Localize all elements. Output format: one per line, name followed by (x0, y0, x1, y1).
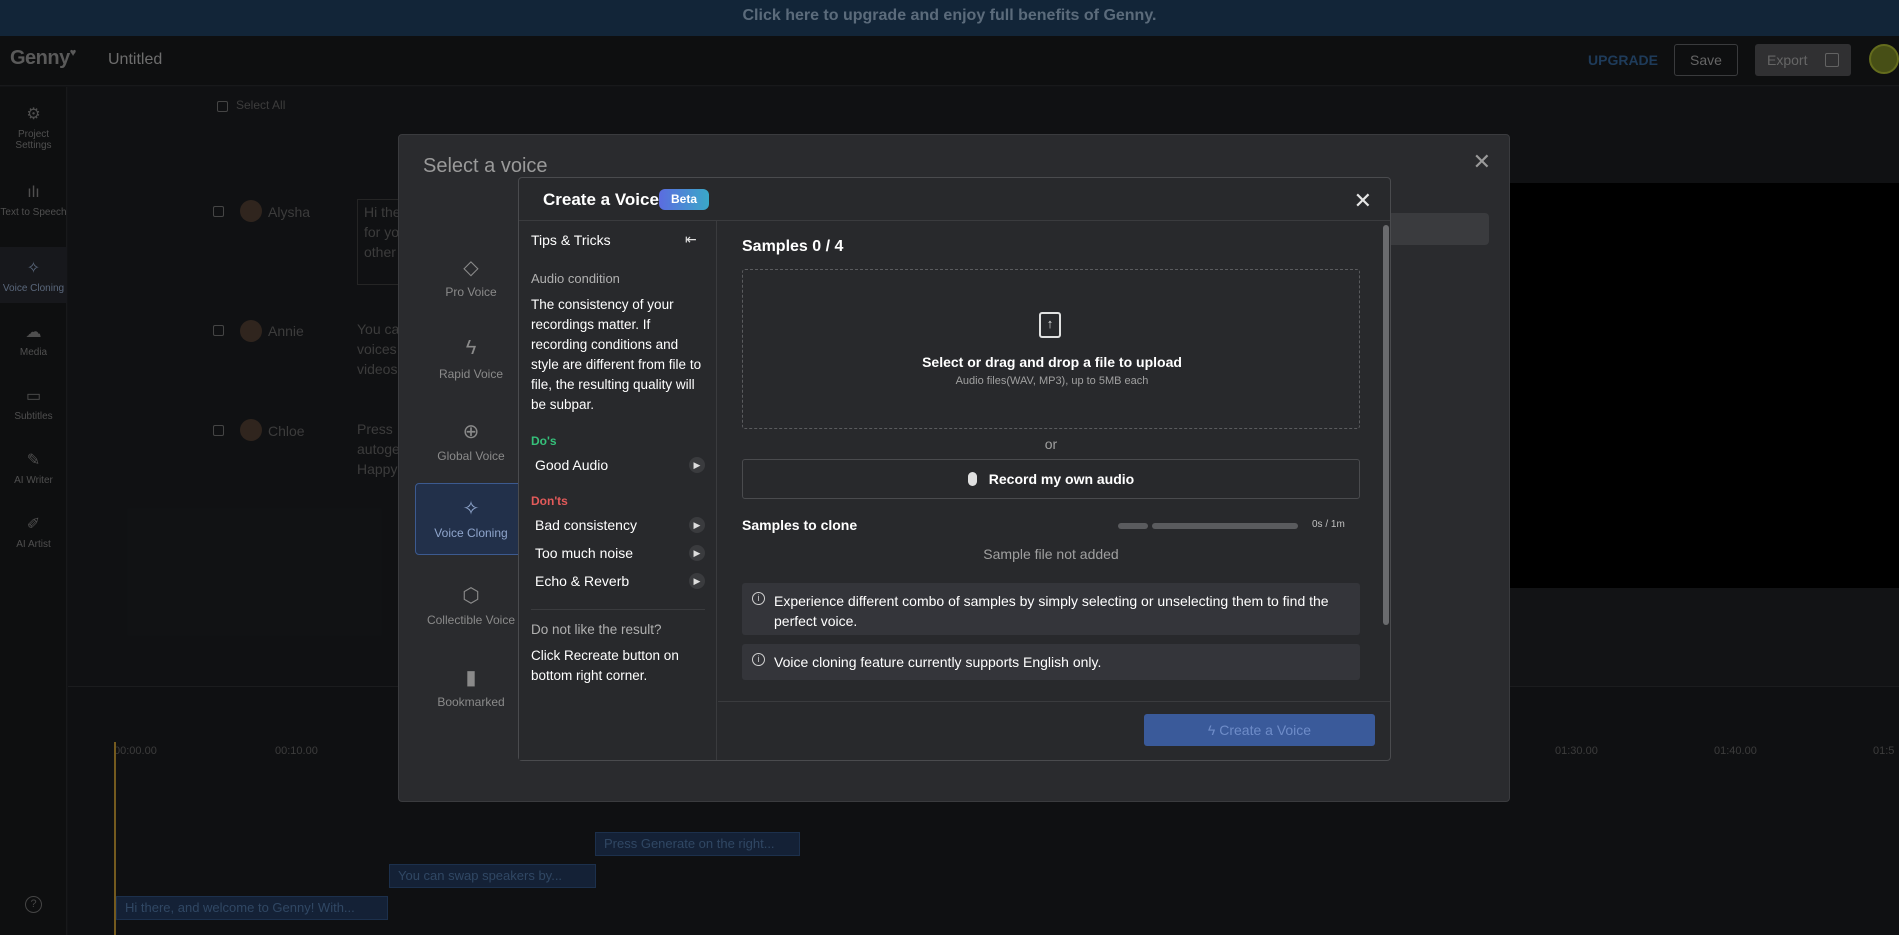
modal-footer: ϟ Create a Voice (718, 701, 1390, 760)
audio-condition-heading: Audio condition (531, 271, 620, 286)
category-label: Collectible Voice (426, 613, 516, 627)
tip-label: Bad consistency (535, 517, 637, 533)
dos-heading: Do's (531, 434, 557, 448)
info-text: Experience different combo of samples by… (774, 593, 1329, 629)
duration-readout: 0s / 1m (1312, 519, 1345, 530)
create-voice-label: Create a Voice (1219, 722, 1312, 738)
lightning-icon: ϟ (465, 337, 477, 359)
close-icon[interactable]: ✕ (1473, 149, 1491, 175)
tip-good-audio[interactable]: Good Audio ▶ (527, 453, 709, 477)
play-icon[interactable]: ▶ (689, 457, 705, 473)
category-label: Global Voice (437, 449, 505, 463)
tips-answer: Click Recreate button on bottom right co… (531, 648, 679, 683)
play-icon[interactable]: ▶ (689, 545, 705, 561)
modal-title: Create a Voice (543, 190, 659, 209)
file-dropzone[interactable]: ↑ Select or drag and drop a file to uplo… (742, 269, 1360, 429)
samples-content: Samples 0 / 4 ↑ Select or drag and drop … (718, 221, 1390, 701)
tips-title: Tips & Tricks (531, 232, 611, 248)
dropzone-title: Select or drag and drop a file to upload (922, 354, 1182, 370)
cube-icon: ⬡ (462, 585, 480, 607)
dropzone-hint: Audio files(WAV, MP3), up to 5MB each (955, 375, 1149, 387)
info-box: i Experience different combo of samples b… (742, 583, 1360, 635)
category-label: Rapid Voice (438, 367, 504, 381)
category-label: Voice Cloning (434, 526, 508, 540)
sparkle-icon: ✧ (462, 498, 480, 520)
audio-condition-text: The consistency of your recordings matte… (531, 297, 702, 412)
category-rapid-voice[interactable]: ϟ Rapid Voice (415, 325, 527, 397)
record-label: Record my own audio (988, 471, 1135, 487)
samples-to-clone-label: Samples to clone (742, 517, 858, 533)
category-collectible-voice[interactable]: ⬡ Collectible Voice (415, 571, 527, 643)
info-icon: i (752, 653, 765, 666)
beta-badge: Beta (659, 189, 709, 210)
info-icon: i (752, 592, 765, 605)
scrollbar[interactable] (1382, 221, 1390, 701)
tip-label: Too much noise (535, 545, 634, 561)
category-voice-cloning[interactable]: ✧ Voice Cloning (415, 483, 527, 555)
or-separator: or (1044, 436, 1058, 452)
divider (531, 609, 705, 610)
category-bookmarked[interactable]: ▮ Bookmarked (415, 653, 527, 725)
file-upload-icon: ↑ (1039, 312, 1061, 338)
create-voice-modal: Create a Voice Beta ✕ Tips & Tricks ⇤ Au… (518, 177, 1391, 761)
duration-progress-track (1152, 523, 1298, 529)
info-box: i Voice cloning feature currently support… (742, 644, 1360, 680)
play-icon[interactable]: ▶ (689, 573, 705, 589)
category-label: Pro Voice (445, 285, 497, 299)
tips-panel: Tips & Tricks ⇤ Audio condition The cons… (519, 221, 717, 760)
microphone-icon (967, 472, 977, 486)
info-text: Voice cloning feature currently supports… (774, 654, 1102, 670)
category-pro-voice[interactable]: ◇ Pro Voice (415, 243, 527, 315)
lightning-icon: ϟ (1207, 722, 1220, 738)
scrollbar-thumb[interactable] (1383, 225, 1389, 625)
tip-label: Echo & Reverb (535, 573, 630, 589)
duration-progress-segment (1118, 523, 1148, 529)
donts-heading: Don'ts (531, 494, 568, 508)
tips-question: Do not like the result? (531, 622, 662, 637)
modal-header: Create a Voice Beta ✕ (519, 178, 1390, 221)
category-global-voice[interactable]: ⊕ Global Voice (415, 407, 527, 479)
samples-heading: Samples 0 / 4 (742, 238, 844, 255)
bookmark-icon: ▮ (465, 667, 477, 689)
create-voice-button[interactable]: ϟ Create a Voice (1144, 714, 1375, 746)
tip-too-much-noise[interactable]: Too much noise ▶ (527, 541, 709, 565)
modal-title: Select a voice (423, 155, 548, 177)
empty-samples-message: Sample file not added (983, 546, 1119, 562)
collapse-left-icon[interactable]: ⇤ (685, 231, 697, 248)
record-audio-button[interactable]: Record my own audio (742, 459, 1360, 499)
globe-translate-icon: ⊕ (462, 421, 480, 443)
tip-label: Good Audio (535, 457, 609, 473)
close-icon[interactable]: ✕ (1354, 188, 1372, 214)
category-label: Bookmarked (437, 695, 505, 709)
diamond-icon: ◇ (463, 257, 479, 279)
tip-bad-consistency[interactable]: Bad consistency ▶ (527, 513, 709, 537)
play-icon[interactable]: ▶ (689, 517, 705, 533)
tip-echo-reverb[interactable]: Echo & Reverb ▶ (527, 569, 709, 593)
